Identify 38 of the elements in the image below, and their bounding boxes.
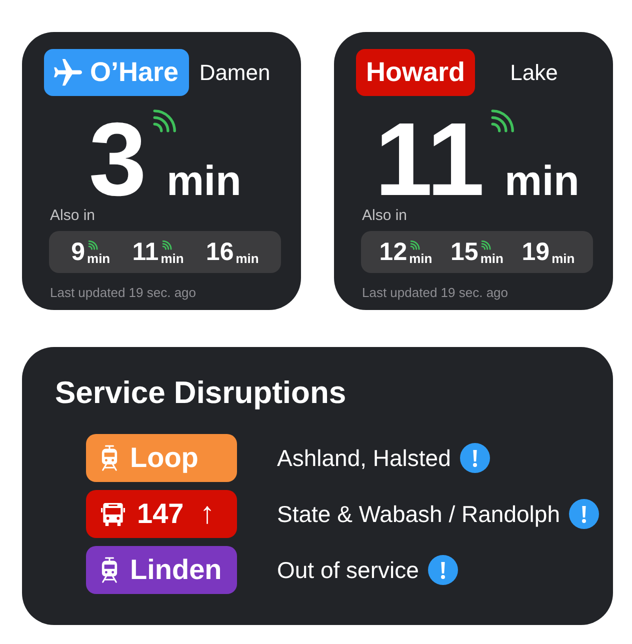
arrival-unit: min — [236, 250, 259, 266]
station-name: Lake — [510, 60, 558, 86]
arrival-unit: min — [480, 250, 504, 266]
route-name: Howard — [366, 57, 466, 88]
also-in-label: Also in — [50, 208, 96, 224]
arrival-minutes: 12 — [379, 238, 408, 266]
route-name: Loop — [130, 442, 198, 474]
disruption-text: Ashland, Halsted — [277, 444, 451, 472]
minutes-value: 11 — [374, 120, 485, 202]
arrival-unit: min — [409, 250, 432, 266]
disruption-text: State & Wabash / Randolph — [277, 500, 560, 528]
arrival-minutes: 11 — [132, 238, 159, 266]
also-in-label: Also in — [362, 208, 408, 224]
last-updated-text: Last updated 19 sec. ago — [50, 285, 196, 300]
station-name: Damen — [199, 60, 270, 86]
route-name: O’Hare — [90, 57, 179, 88]
alert-icon[interactable] — [569, 499, 599, 529]
minutes-unit: min — [166, 163, 242, 199]
disruption-text: Out of service — [277, 556, 419, 584]
route-name: 147 — [137, 498, 184, 530]
last-updated-text: Last updated 19 sec. ago — [362, 285, 508, 300]
arrival-minutes: 16 — [206, 238, 234, 266]
arrival-minutes: 15 — [450, 238, 478, 266]
minutes-unit: min — [504, 163, 580, 199]
alert-icon[interactable] — [460, 443, 490, 473]
train-icon — [101, 445, 118, 471]
arrival-minutes: 9 — [71, 238, 86, 266]
arrival-unit: min — [87, 250, 110, 266]
train-icon — [101, 557, 118, 583]
arrival-unit: min — [552, 250, 575, 266]
bus-icon — [101, 502, 125, 526]
minutes-value: 3 — [88, 120, 147, 202]
direction-arrow: ↑ — [200, 497, 215, 531]
arrival-unit: min — [160, 250, 184, 266]
alert-icon[interactable] — [428, 555, 458, 585]
arrival-minutes: 19 — [522, 238, 550, 266]
section-title: Service Disruptions — [55, 375, 346, 411]
route-name: Linden — [130, 554, 222, 586]
